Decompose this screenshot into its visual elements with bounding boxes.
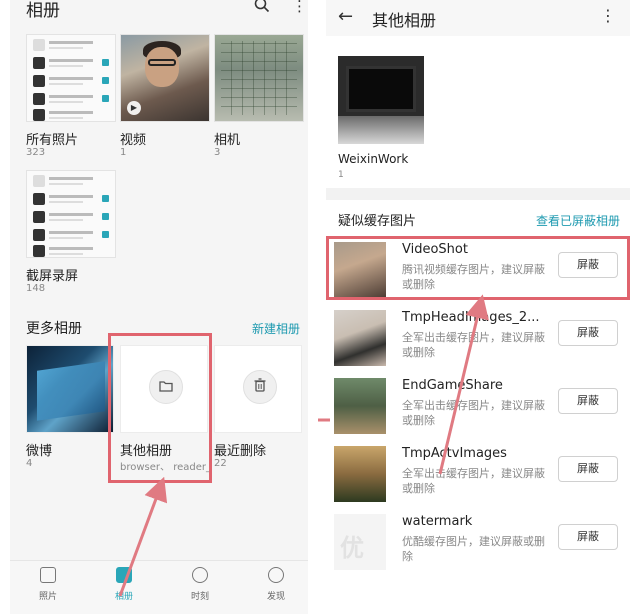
annotation-arrows: [118, 294, 489, 597]
